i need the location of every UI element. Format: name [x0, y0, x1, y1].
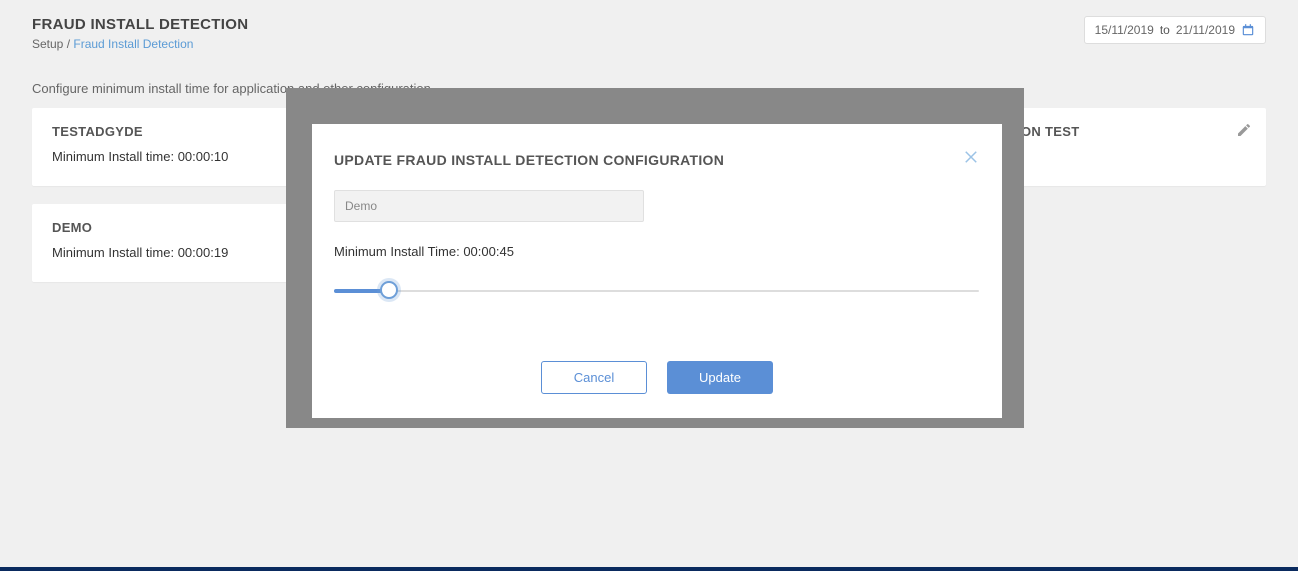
- app-card-label: Minimum Install time:: [52, 245, 174, 260]
- pencil-icon[interactable]: [1236, 122, 1252, 138]
- date-range-end: 21/11/2019: [1176, 23, 1235, 37]
- slider-track: [334, 290, 979, 292]
- app-card-value: 00:00:19: [178, 245, 229, 260]
- update-config-modal: UPDATE FRAUD INSTALL DETECTION CONFIGURA…: [312, 124, 1002, 418]
- page-title: FRAUD INSTALL DETECTION: [32, 16, 248, 33]
- slider-label-prefix: Minimum Install Time:: [334, 244, 460, 259]
- slider-thumb[interactable]: [380, 281, 398, 299]
- slider-label: Minimum Install Time: 00:00:45: [334, 244, 980, 259]
- date-range-to: to: [1160, 23, 1170, 37]
- breadcrumb: Setup / Fraud Install Detection: [32, 37, 248, 51]
- update-button[interactable]: Update: [667, 361, 773, 394]
- modal-title: UPDATE FRAUD INSTALL DETECTION CONFIGURA…: [334, 152, 980, 168]
- date-range-start: 15/11/2019: [1095, 23, 1154, 37]
- breadcrumb-current[interactable]: Fraud Install Detection: [73, 37, 193, 51]
- app-name-input[interactable]: [334, 190, 644, 222]
- slider-value: 00:00:45: [463, 244, 514, 259]
- footer-bar: [0, 567, 1298, 571]
- app-card-value: 00:00:10: [178, 149, 229, 164]
- breadcrumb-sep: /: [63, 37, 73, 51]
- install-time-slider[interactable]: [334, 281, 979, 301]
- app-card-label: Minimum Install time:: [52, 149, 174, 164]
- date-range-picker[interactable]: 15/11/2019 to 21/11/2019: [1084, 16, 1266, 44]
- close-icon[interactable]: [962, 148, 980, 166]
- breadcrumb-root: Setup: [32, 37, 63, 51]
- cancel-button[interactable]: Cancel: [541, 361, 647, 394]
- calendar-icon: [1241, 23, 1255, 37]
